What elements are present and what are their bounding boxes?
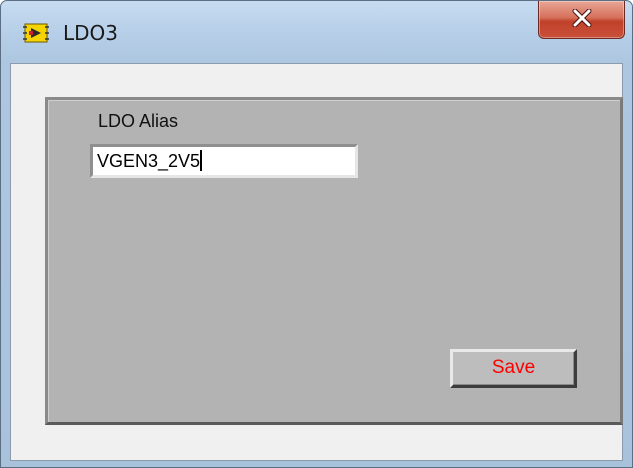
- window-title: LDO3: [63, 21, 119, 45]
- text-caret: [200, 150, 203, 171]
- ldo-panel: LDO Alias VGEN3_2V5 Save: [45, 97, 623, 425]
- labview-vi-icon: [23, 22, 49, 44]
- ldo-alias-label: LDO Alias: [98, 111, 179, 131]
- dialog-window: LDO3 LDO Alias VGEN3_2V5 Save: [0, 0, 633, 468]
- client-area: LDO Alias VGEN3_2V5 Save: [10, 63, 623, 461]
- close-icon: [572, 9, 592, 27]
- title-bar[interactable]: LDO3: [1, 1, 632, 63]
- ldo-alias-value: VGEN3_2V5: [97, 151, 201, 171]
- ldo-alias-input[interactable]: VGEN3_2V5: [90, 144, 358, 178]
- save-button[interactable]: Save: [450, 349, 577, 388]
- close-button[interactable]: [538, 1, 625, 39]
